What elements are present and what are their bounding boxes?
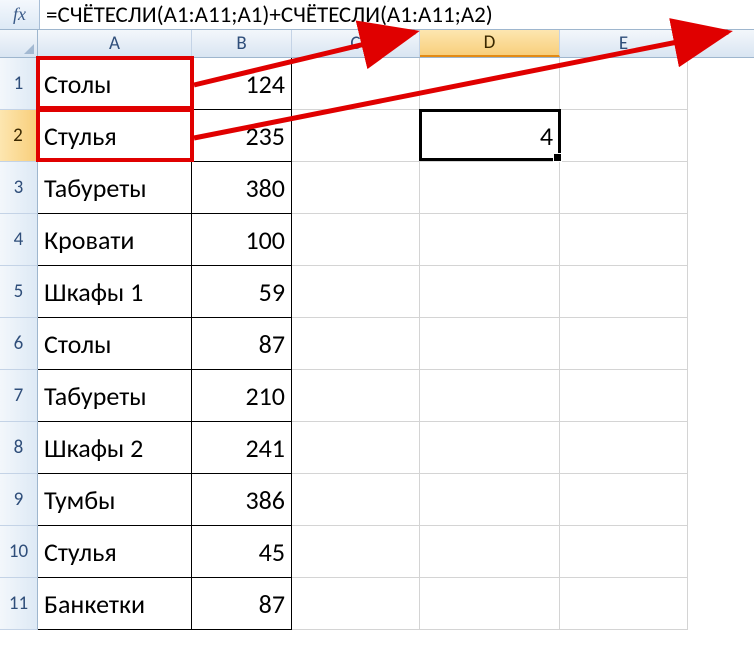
- row-header-3[interactable]: 3: [0, 162, 38, 214]
- cell-d6[interactable]: [420, 318, 560, 370]
- cell-d2[interactable]: 4: [420, 110, 560, 162]
- cell-a10[interactable]: Стулья: [38, 526, 192, 578]
- cell-a4[interactable]: Кровати: [38, 214, 192, 266]
- row-header-2[interactable]: 2: [0, 110, 38, 162]
- cell-a2[interactable]: Стулья: [38, 110, 192, 162]
- row-header-9[interactable]: 9: [0, 474, 38, 526]
- cell-d3[interactable]: [420, 162, 560, 214]
- cell-b3[interactable]: 380: [192, 162, 292, 214]
- cell-c3[interactable]: [292, 162, 420, 214]
- cell-c5[interactable]: [292, 266, 420, 318]
- cell-c10[interactable]: [292, 526, 420, 578]
- cell-e10[interactable]: [560, 526, 688, 578]
- formula-bar: fx: [0, 0, 754, 30]
- select-all-corner[interactable]: [0, 30, 38, 58]
- cell-a1[interactable]: Столы: [38, 58, 192, 110]
- col-header-e[interactable]: E: [560, 30, 688, 57]
- cell-c11[interactable]: [292, 578, 420, 630]
- cell-d11[interactable]: [420, 578, 560, 630]
- cell-c8[interactable]: [292, 422, 420, 474]
- cell-d5[interactable]: [420, 266, 560, 318]
- row-header-10[interactable]: 10: [0, 526, 38, 578]
- cell-e6[interactable]: [560, 318, 688, 370]
- cell-b7[interactable]: 210: [192, 370, 292, 422]
- cell-b4[interactable]: 100: [192, 214, 292, 266]
- cell-c2[interactable]: [292, 110, 420, 162]
- cell-e8[interactable]: [560, 422, 688, 474]
- cell-e5[interactable]: [560, 266, 688, 318]
- cell-e11[interactable]: [560, 578, 688, 630]
- cell-b2[interactable]: 235: [192, 110, 292, 162]
- col-header-d[interactable]: D: [420, 30, 560, 57]
- cell-d9[interactable]: [420, 474, 560, 526]
- cell-c1[interactable]: [292, 58, 420, 110]
- cell-b10[interactable]: 45: [192, 526, 292, 578]
- cell-b5[interactable]: 59: [192, 266, 292, 318]
- row-headers: 1 2 3 4 5 6 7 8 9 10 11: [0, 58, 38, 630]
- row-header-5[interactable]: 5: [0, 266, 38, 318]
- cell-d10[interactable]: [420, 526, 560, 578]
- row-header-8[interactable]: 8: [0, 422, 38, 474]
- column-headers: A B C D E: [38, 30, 754, 58]
- cell-b6[interactable]: 87: [192, 318, 292, 370]
- row-header-7[interactable]: 7: [0, 370, 38, 422]
- cell-b8[interactable]: 241: [192, 422, 292, 474]
- cell-a11[interactable]: Банкетки: [38, 578, 192, 630]
- cell-d4[interactable]: [420, 214, 560, 266]
- col-header-c[interactable]: C: [292, 30, 420, 57]
- cell-a6[interactable]: Столы: [38, 318, 192, 370]
- cell-a8[interactable]: Шкафы 2: [38, 422, 192, 474]
- cell-e3[interactable]: [560, 162, 688, 214]
- cell-b9[interactable]: 386: [192, 474, 292, 526]
- row-header-6[interactable]: 6: [0, 318, 38, 370]
- cell-d8[interactable]: [420, 422, 560, 474]
- cell-e1[interactable]: [560, 58, 688, 110]
- cell-e4[interactable]: [560, 214, 688, 266]
- cell-c9[interactable]: [292, 474, 420, 526]
- cell-e7[interactable]: [560, 370, 688, 422]
- col-header-b[interactable]: B: [192, 30, 292, 57]
- cell-a3[interactable]: Табуреты: [38, 162, 192, 214]
- cell-d7[interactable]: [420, 370, 560, 422]
- cell-d1[interactable]: [420, 58, 560, 110]
- formula-input[interactable]: [40, 0, 754, 29]
- cell-a9[interactable]: Тумбы: [38, 474, 192, 526]
- cell-b11[interactable]: 87: [192, 578, 292, 630]
- col-header-a[interactable]: A: [38, 30, 192, 57]
- cell-e2[interactable]: [560, 110, 688, 162]
- cell-c7[interactable]: [292, 370, 420, 422]
- cell-a7[interactable]: Табуреты: [38, 370, 192, 422]
- cell-c4[interactable]: [292, 214, 420, 266]
- row-header-1[interactable]: 1: [0, 58, 38, 110]
- row-header-11[interactable]: 11: [0, 578, 38, 630]
- fx-button[interactable]: fx: [0, 0, 40, 29]
- cell-a5[interactable]: Шкафы 1: [38, 266, 192, 318]
- cell-c6[interactable]: [292, 318, 420, 370]
- cell-b1[interactable]: 124: [192, 58, 292, 110]
- cell-e9[interactable]: [560, 474, 688, 526]
- cells-area[interactable]: Столы 124 Стулья 235 4 Табуреты 380 Кров…: [38, 58, 688, 630]
- row-header-4[interactable]: 4: [0, 214, 38, 266]
